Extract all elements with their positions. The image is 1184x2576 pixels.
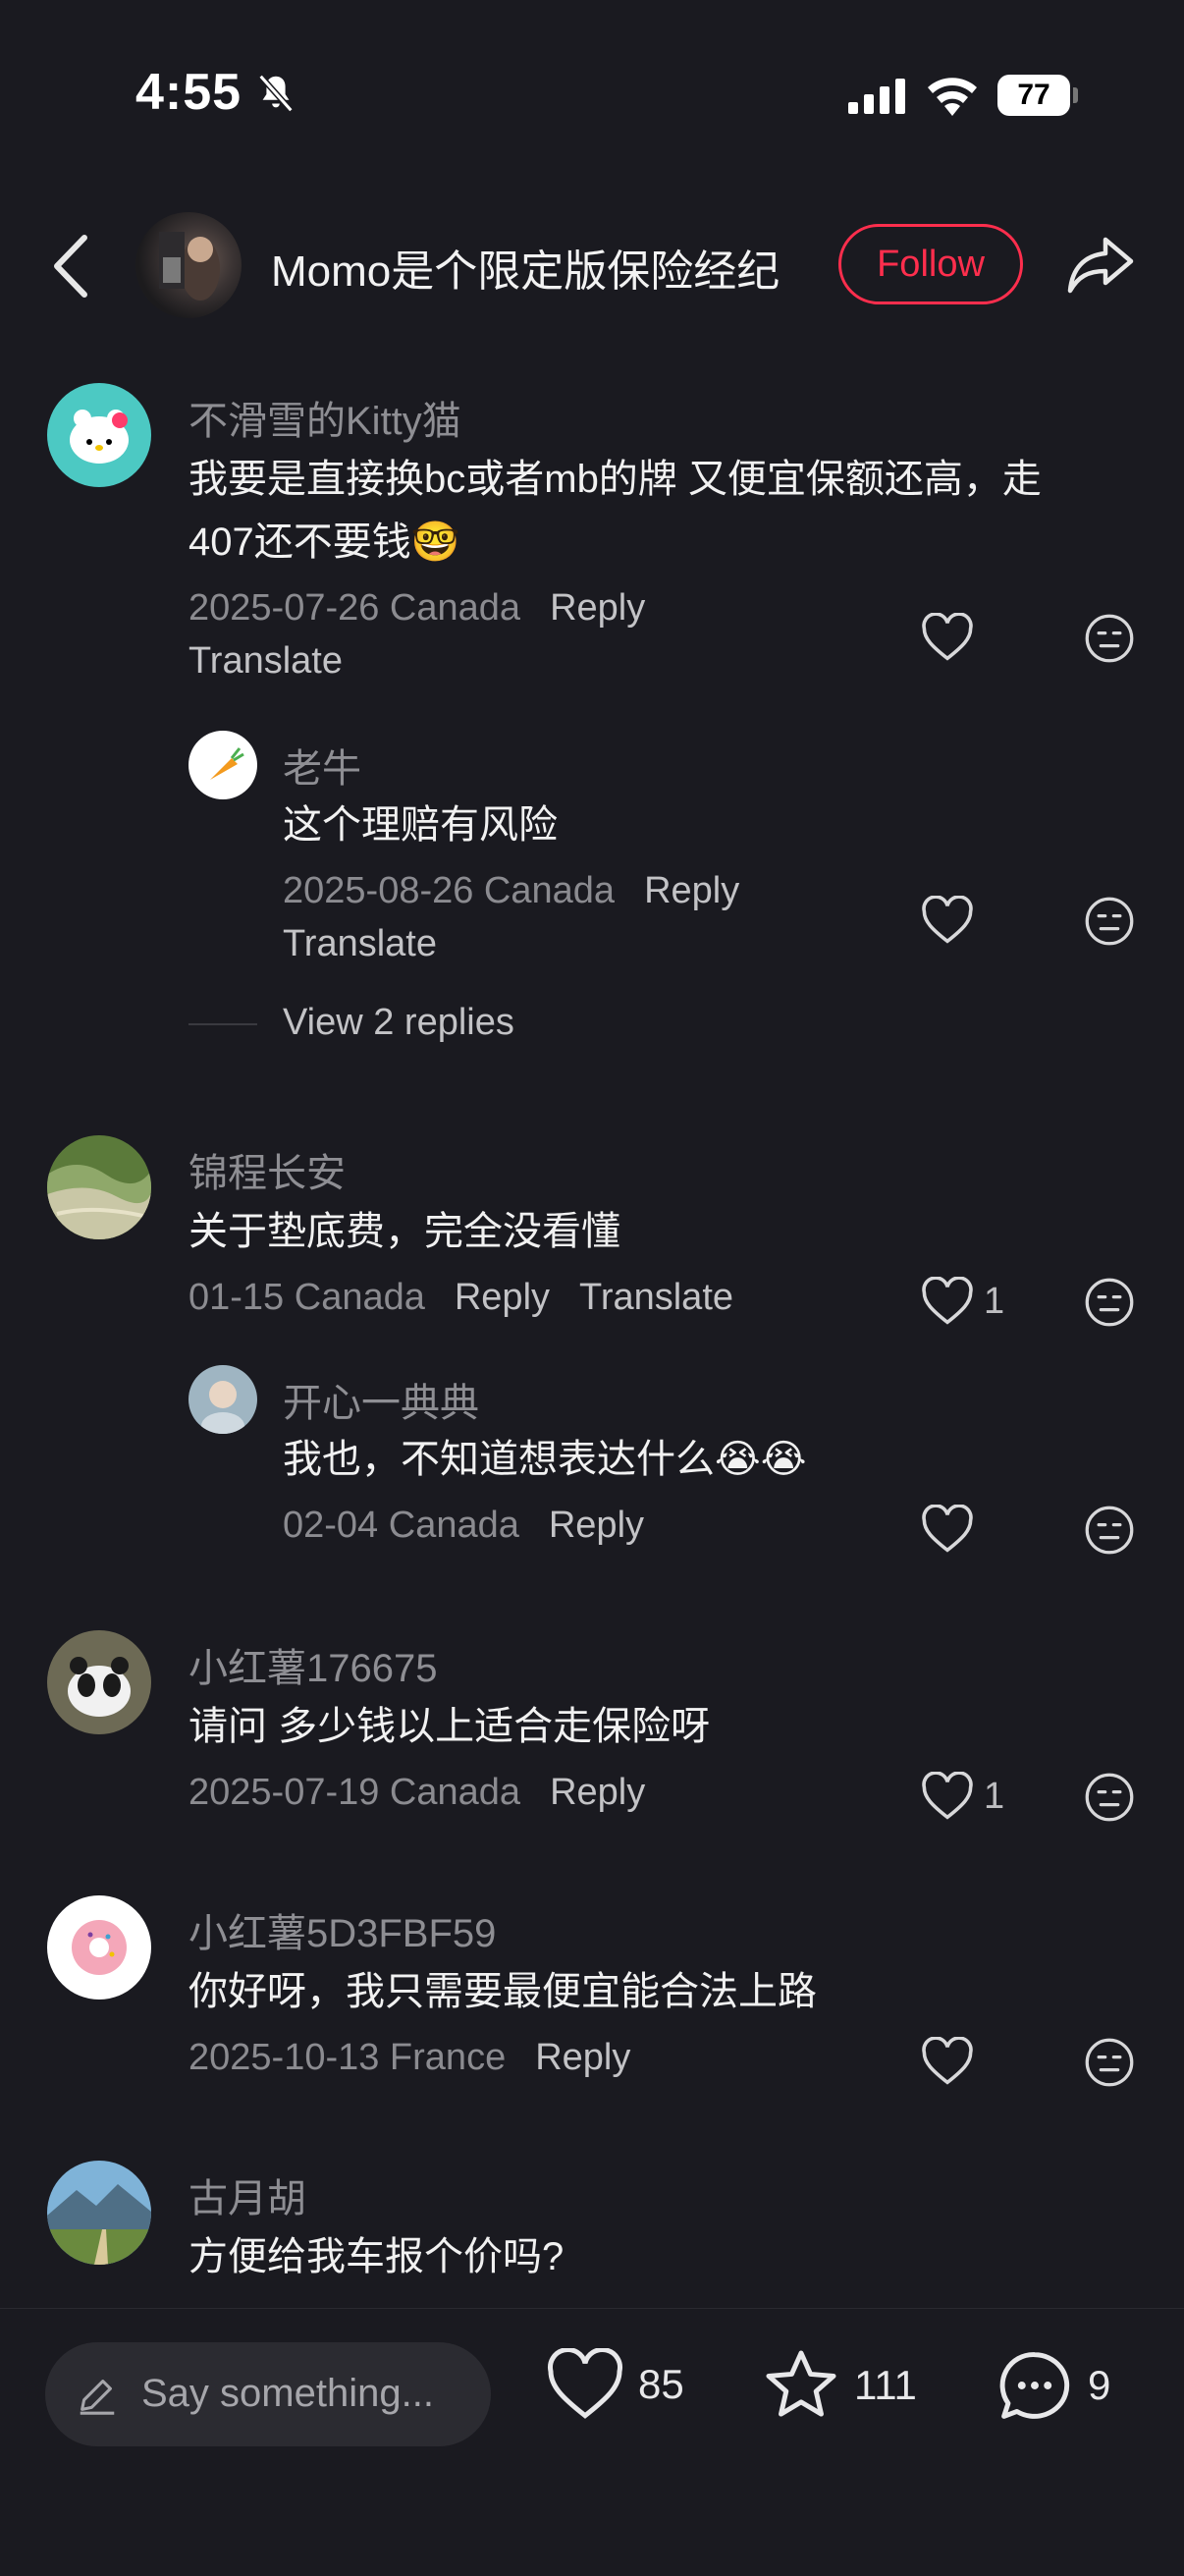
reply-button[interactable]: Reply xyxy=(455,1277,550,1318)
comment-username[interactable]: 锦程长安 xyxy=(188,1141,346,1198)
like-count: 1 xyxy=(984,1280,1005,1322)
comment-text: 方便给我车报个价吗? xyxy=(188,2235,565,2278)
user-avatar[interactable] xyxy=(47,1630,151,1734)
translate-button[interactable]: Translate xyxy=(579,1277,733,1318)
comment-text: 407还不要钱🤓 xyxy=(188,521,460,564)
heart-icon xyxy=(922,1772,973,1820)
wifi-icon xyxy=(928,78,977,116)
comment-input-placeholder: Say something... xyxy=(141,2372,434,2415)
like-button[interactable]: 1 xyxy=(921,1772,1004,1821)
comment-text: 关于垫底费，完全没看懂 xyxy=(188,1210,620,1253)
post-header: Momo是个限定版保险经纪 Follow xyxy=(0,206,1184,324)
comment-input[interactable]: Say something... xyxy=(45,2342,491,2446)
comment-meta: 2025-07-19 Canada Reply xyxy=(188,1772,645,1814)
bell-muted-icon xyxy=(258,74,294,113)
post-comment-count: 9 xyxy=(1088,2362,1111,2408)
follow-button[interactable]: Follow xyxy=(838,224,1023,304)
comment-bubble-icon xyxy=(999,2352,1070,2419)
dislike-face-icon[interactable] xyxy=(1084,613,1135,664)
status-bar: 4:55 77 xyxy=(0,0,1184,187)
author-name[interactable]: Momo是个限定版保险经纪 xyxy=(271,236,780,299)
dislike-face-icon[interactable] xyxy=(1084,1505,1135,1556)
comment-meta: 01-15 Canada Reply Translate xyxy=(188,1277,733,1319)
reply-button[interactable]: Reply xyxy=(550,587,645,629)
comment-text: 你好呀，我只需要最便宜能合法上路 xyxy=(188,1970,817,2013)
like-button[interactable]: 1 xyxy=(921,1277,1004,1326)
reply-username[interactable]: 开心一典典 xyxy=(283,1371,479,1428)
dislike-face-icon[interactable] xyxy=(1084,1277,1135,1328)
reply-button[interactable]: Reply xyxy=(549,1505,644,1546)
comment-meta: 2025-07-26 Canada Reply xyxy=(188,587,645,630)
reply-button[interactable]: Reply xyxy=(535,2037,630,2078)
heart-icon xyxy=(922,1505,973,1553)
translate-button[interactable]: Translate xyxy=(283,923,437,965)
reply-button[interactable]: Reply xyxy=(550,1772,645,1813)
heart-icon xyxy=(922,1277,973,1325)
back-arrow-icon[interactable] xyxy=(49,232,94,301)
battery-icon: 77 xyxy=(997,75,1078,116)
dislike-face-icon[interactable] xyxy=(1084,896,1135,947)
comment-username[interactable]: 不滑雪的Kitty猫 xyxy=(188,389,461,446)
user-avatar[interactable] xyxy=(188,731,257,799)
bottom-action-bar: Say something... 85 111 9 xyxy=(0,2308,1184,2576)
user-avatar[interactable] xyxy=(188,1365,257,1434)
reply-username[interactable]: 老牛 xyxy=(283,737,361,794)
reply-date: 02-04 Canada xyxy=(283,1505,519,1546)
user-avatar[interactable] xyxy=(47,383,151,487)
share-icon[interactable] xyxy=(1066,234,1135,295)
heart-icon xyxy=(548,2348,622,2419)
comment-text: 我要是直接换bc或者mb的牌 又便宜保额还高，走 xyxy=(188,458,1042,501)
comment-username[interactable]: 小红薯5D3FBF59 xyxy=(188,1901,496,1958)
reply-date: 2025-08-26 Canada xyxy=(283,870,616,911)
post-comment-button[interactable]: 9 xyxy=(996,2348,1110,2423)
like-button[interactable] xyxy=(921,2037,984,2086)
translate-button[interactable]: Translate xyxy=(188,640,343,683)
dislike-face-icon[interactable] xyxy=(1084,2037,1135,2088)
user-avatar[interactable] xyxy=(47,1135,151,1239)
reply-button[interactable]: Reply xyxy=(644,870,739,911)
comment-username[interactable]: 古月胡 xyxy=(188,2166,306,2223)
comment-text: 请问 多少钱以上适合走保险呀 xyxy=(188,1705,711,1748)
post-like-count: 85 xyxy=(638,2361,684,2407)
heart-icon xyxy=(922,896,973,944)
post-collect-count: 111 xyxy=(854,2362,917,2408)
clock: 4:55 xyxy=(135,64,242,121)
comment-date: 2025-07-26 Canada xyxy=(188,587,521,629)
reply-text: 这个理赔有风险 xyxy=(283,803,558,847)
comment-username[interactable]: 小红薯176675 xyxy=(188,1636,437,1693)
comment-date: 01-15 Canada xyxy=(188,1277,425,1318)
cell-signal-icon xyxy=(848,79,905,114)
star-icon xyxy=(766,2350,836,2417)
like-button[interactable] xyxy=(921,896,984,945)
pencil-icon xyxy=(80,2380,115,2415)
comment-meta: 2025-10-13 France Reply xyxy=(188,2037,630,2079)
like-count: 1 xyxy=(984,1775,1005,1817)
reply-meta: 02-04 Canada Reply xyxy=(283,1505,644,1547)
heart-icon xyxy=(922,2037,973,2085)
post-like-button[interactable]: 85 xyxy=(546,2348,684,2421)
heart-icon xyxy=(922,613,973,661)
post-collect-button[interactable]: 111 xyxy=(762,2348,917,2423)
reply-meta: 2025-08-26 Canada Reply xyxy=(283,870,739,912)
divider xyxy=(188,1023,257,1025)
user-avatar[interactable] xyxy=(47,2161,151,2265)
author-avatar[interactable] xyxy=(135,212,242,318)
user-avatar[interactable] xyxy=(47,1895,151,2000)
battery-level: 77 xyxy=(1017,79,1050,111)
comment-date: 2025-07-19 Canada xyxy=(188,1772,521,1813)
like-button[interactable] xyxy=(921,613,984,662)
dislike-face-icon[interactable] xyxy=(1084,1772,1135,1823)
reply-text: 我也，不知道想表达什么😭😭 xyxy=(283,1438,807,1481)
like-button[interactable] xyxy=(921,1505,984,1554)
view-replies-button[interactable]: View 2 replies xyxy=(283,1002,514,1044)
comment-date: 2025-10-13 France xyxy=(188,2037,507,2078)
